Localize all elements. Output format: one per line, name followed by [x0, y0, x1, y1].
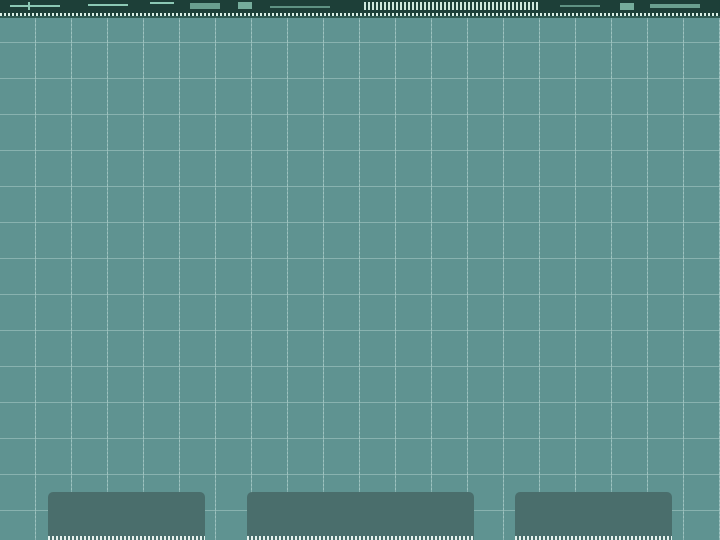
panel-edge-pattern — [48, 536, 205, 540]
barcode-pattern — [364, 2, 540, 10]
circuit-trace — [560, 5, 600, 7]
dotted-edge — [0, 13, 720, 16]
panel-edge-pattern — [247, 536, 474, 540]
panel-edge-pattern — [515, 536, 672, 540]
top-decorative-strip — [0, 0, 720, 18]
circuit-trace — [10, 5, 60, 7]
bottom-panel-center[interactable] — [247, 492, 474, 540]
circuit-trace — [28, 2, 30, 10]
circuit-trace — [150, 2, 174, 4]
circuit-trace — [270, 6, 330, 8]
circuit-trace — [620, 3, 634, 10]
desktop-background — [0, 0, 720, 540]
circuit-trace — [238, 2, 252, 9]
circuit-trace — [650, 4, 700, 8]
bottom-panel-right[interactable] — [515, 492, 672, 540]
circuit-trace — [88, 4, 128, 6]
bottom-panel-left[interactable] — [48, 492, 205, 540]
circuit-trace — [190, 3, 220, 9]
